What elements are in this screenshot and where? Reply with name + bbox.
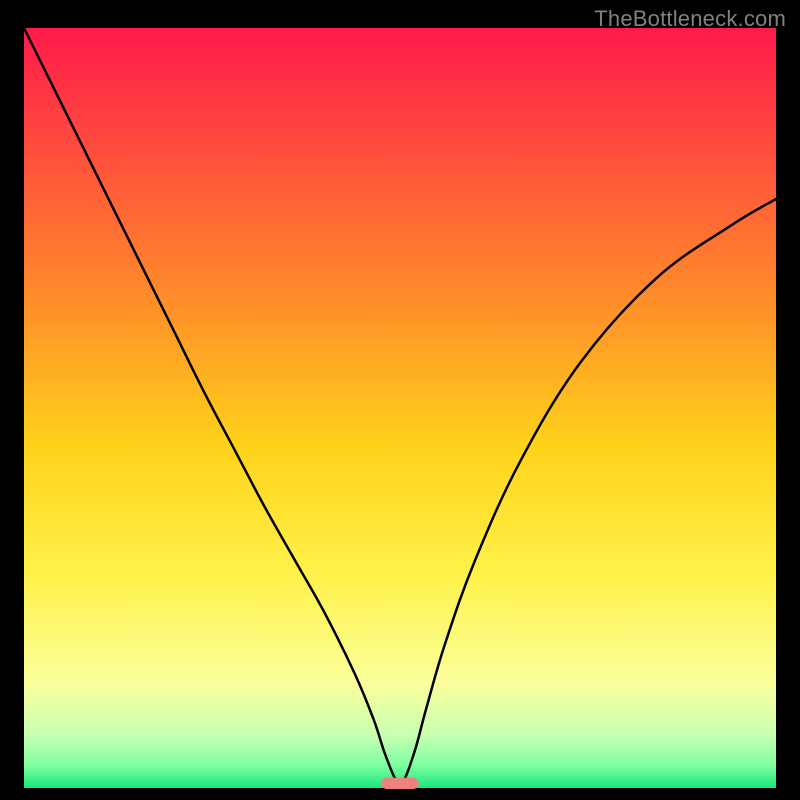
- watermark-label: TheBottleneck.com: [594, 6, 786, 32]
- optimum-marker: [381, 778, 419, 789]
- chart-root: TheBottleneck.com: [0, 0, 800, 800]
- bottleneck-chart: [0, 0, 800, 800]
- chart-background-gradient: [24, 28, 776, 788]
